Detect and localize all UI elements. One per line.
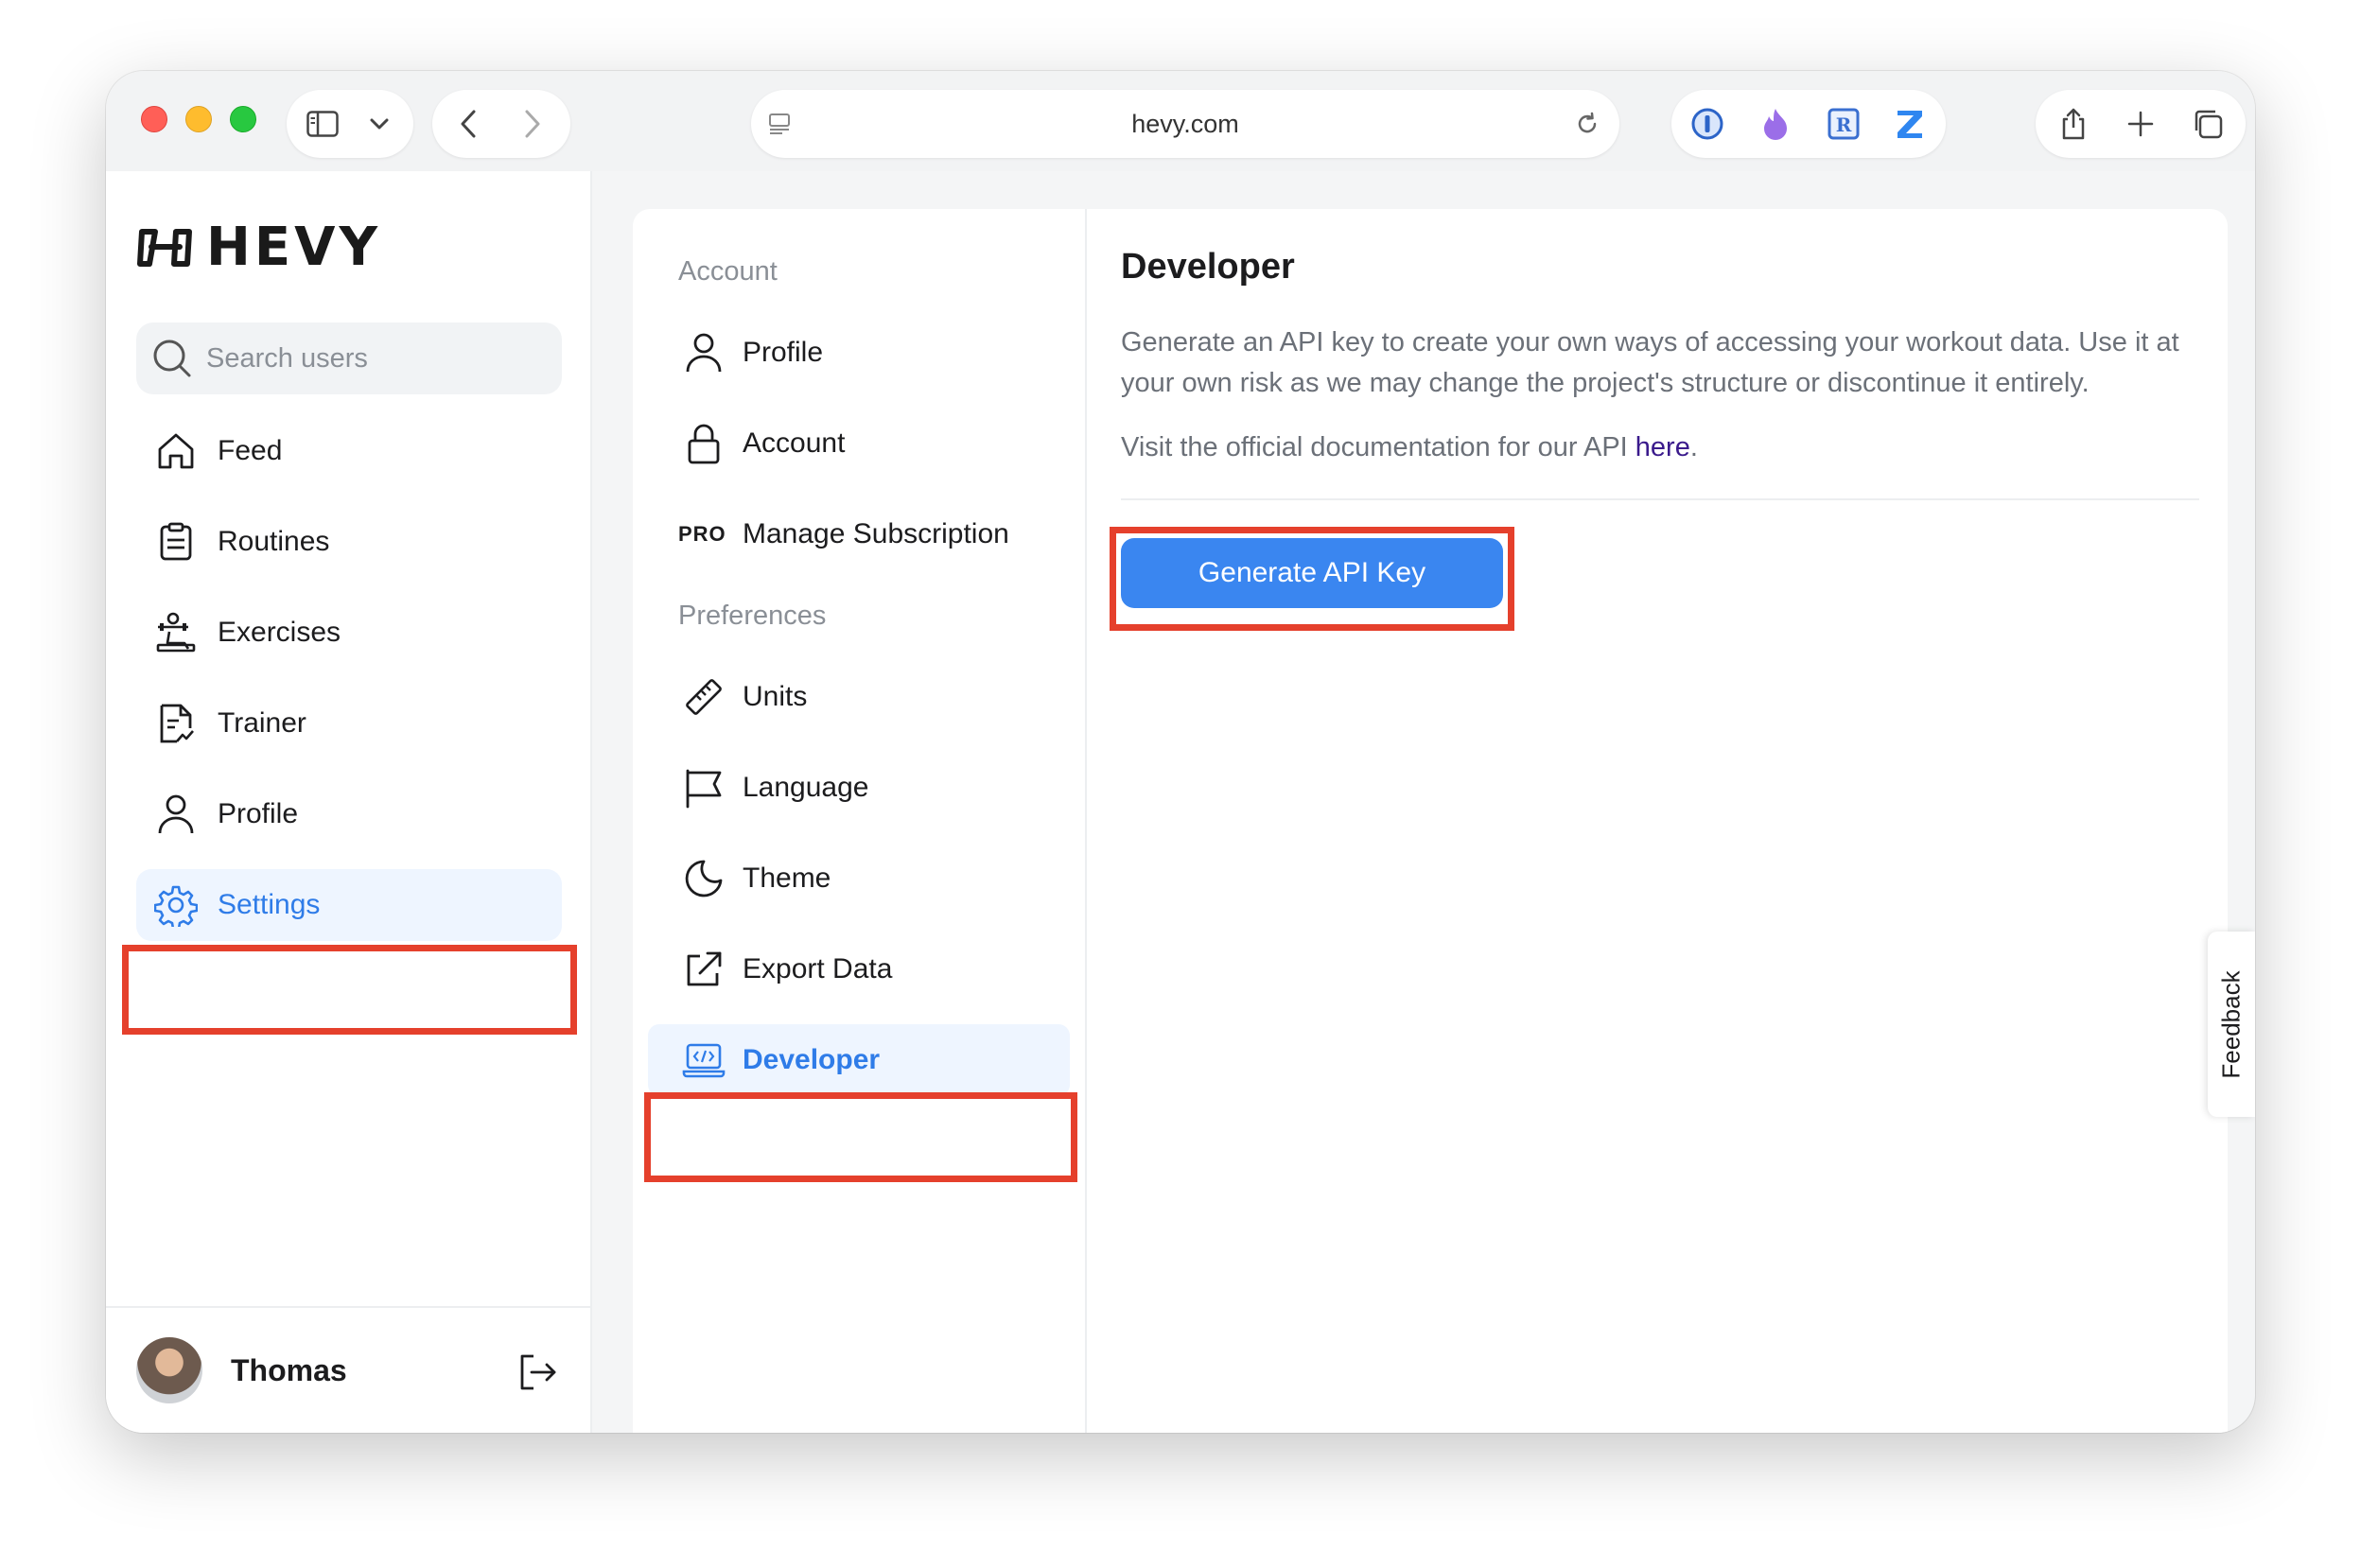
preferences-section-heading: Preferences xyxy=(678,601,827,631)
address-bar[interactable]: hevy.com xyxy=(751,90,1619,158)
user-name: Thomas xyxy=(231,1352,347,1387)
settings-item-account[interactable]: Account xyxy=(648,408,1070,479)
sidebar-item-settings[interactable]: Settings xyxy=(136,869,562,941)
pro-badge: PRO xyxy=(678,522,726,546)
sidebar-item-label: Feed xyxy=(218,435,283,466)
sidebar-item-label: Settings xyxy=(218,889,321,920)
maximize-window-button[interactable] xyxy=(230,106,256,132)
settings-item-label: Developer xyxy=(743,1044,881,1075)
sidebar-item-label: Trainer xyxy=(218,707,306,739)
browser-window: hevy.com R HEVY Search users Feed Routin… xyxy=(106,71,2255,1433)
settings-item-theme[interactable]: Theme xyxy=(648,843,1070,915)
documentation-suffix: . xyxy=(1689,432,1698,462)
feedback-tab[interactable]: Feedback xyxy=(2208,932,2255,1117)
flag-icon xyxy=(678,762,729,813)
clipboard-icon xyxy=(149,515,202,568)
sidebar-toggle-icon[interactable] xyxy=(306,107,340,141)
documentation-prefix: Visit the official documentation for our… xyxy=(1121,432,1635,462)
ruler-icon xyxy=(678,671,729,723)
brand-name: HEVY xyxy=(206,217,382,278)
new-tab-icon[interactable] xyxy=(2124,107,2158,141)
settings-item-profile[interactable]: Profile xyxy=(648,317,1070,389)
settings-menu: Account Profile Account PRO Manage Subsc… xyxy=(633,209,1087,1433)
sidebar-item-profile[interactable]: Profile xyxy=(136,778,562,850)
share-icon[interactable] xyxy=(2056,107,2090,141)
developer-highlight-box xyxy=(644,1092,1077,1182)
browser-actions-group xyxy=(2036,90,2246,158)
reader-extension-icon[interactable]: R xyxy=(1825,105,1863,143)
settings-item-label: Units xyxy=(743,681,808,712)
back-icon[interactable] xyxy=(451,107,485,141)
home-icon xyxy=(149,425,202,478)
external-link-icon xyxy=(678,944,729,995)
browser-toolbar: hevy.com R xyxy=(106,71,2255,171)
hevy-logo[interactable]: HEVY xyxy=(136,217,381,278)
user-footer: Thomas xyxy=(106,1306,590,1433)
flame-extension-icon[interactable] xyxy=(1757,105,1794,143)
account-section-heading: Account xyxy=(678,256,778,287)
password-manager-extension-icon[interactable] xyxy=(1688,105,1726,143)
lock-icon xyxy=(678,418,729,469)
developer-panel: Developer Generate an API key to create … xyxy=(1089,209,2228,1433)
user-icon xyxy=(678,327,729,378)
url-text: hevy.com xyxy=(1131,110,1239,138)
settings-highlight-box xyxy=(122,945,577,1035)
page-title: Developer xyxy=(1121,247,1295,287)
svg-text:R: R xyxy=(1836,113,1852,136)
reload-icon[interactable] xyxy=(1570,107,1604,141)
weightlifter-icon xyxy=(149,606,202,659)
sidebar-item-trainer[interactable]: Trainer xyxy=(136,688,562,759)
app-sidebar: HEVY Feed Routines Exercises xyxy=(106,171,592,1433)
settings-item-label: Manage Subscription xyxy=(743,518,1009,549)
minimize-window-button[interactable] xyxy=(185,106,212,132)
settings-item-label: Export Data xyxy=(743,953,893,984)
search-icon xyxy=(153,340,191,377)
sidebar-item-label: Routines xyxy=(218,526,330,557)
tab-overview-icon[interactable] xyxy=(2191,107,2225,141)
settings-item-label: Profile xyxy=(743,337,824,368)
moon-icon xyxy=(678,853,729,904)
settings-item-export-data[interactable]: Export Data xyxy=(648,933,1070,1005)
logout-icon[interactable] xyxy=(516,1351,558,1398)
gear-icon xyxy=(149,879,202,932)
sidebar-item-label: Exercises xyxy=(218,617,341,648)
user-icon xyxy=(149,788,202,841)
z-extension-icon[interactable] xyxy=(1891,105,1929,143)
generate-button-highlight-box xyxy=(1110,527,1514,631)
close-window-button[interactable] xyxy=(141,106,167,132)
settings-card: Account Profile Account PRO Manage Subsc… xyxy=(633,209,2228,1433)
search-users-input[interactable] xyxy=(206,342,547,375)
sidebar-item-label: Profile xyxy=(218,798,299,829)
feedback-label: Feedback xyxy=(2216,969,2246,1079)
extensions-group: R xyxy=(1671,90,1946,158)
developer-description: Generate an API key to create your own w… xyxy=(1121,327,2179,398)
settings-item-developer[interactable]: Developer xyxy=(648,1024,1070,1096)
chevron-down-icon[interactable] xyxy=(362,107,396,141)
settings-item-label: Language xyxy=(743,772,869,803)
hevy-logo-icon xyxy=(137,228,192,267)
settings-item-language[interactable]: Language xyxy=(648,752,1070,824)
navigation-group xyxy=(432,90,570,158)
search-box[interactable] xyxy=(136,322,562,394)
settings-item-manage-subscription[interactable]: PRO Manage Subscription xyxy=(648,498,1070,570)
forward-icon[interactable] xyxy=(516,107,550,141)
document-chart-icon xyxy=(149,697,202,750)
settings-item-units[interactable]: Units xyxy=(648,661,1070,733)
sidebar-item-routines[interactable]: Routines xyxy=(136,506,562,578)
avatar[interactable] xyxy=(136,1337,202,1403)
settings-item-label: Theme xyxy=(743,862,831,894)
sidebar-toggle-group xyxy=(287,90,413,158)
divider xyxy=(1121,498,2199,500)
laptop-code-icon xyxy=(678,1035,729,1086)
sidebar-item-feed[interactable]: Feed xyxy=(136,415,562,487)
documentation-link[interactable]: here xyxy=(1635,432,1690,462)
settings-item-label: Account xyxy=(743,427,846,459)
documentation-line: Visit the official documentation for our… xyxy=(1121,432,1698,463)
sidebar-item-exercises[interactable]: Exercises xyxy=(136,597,562,669)
